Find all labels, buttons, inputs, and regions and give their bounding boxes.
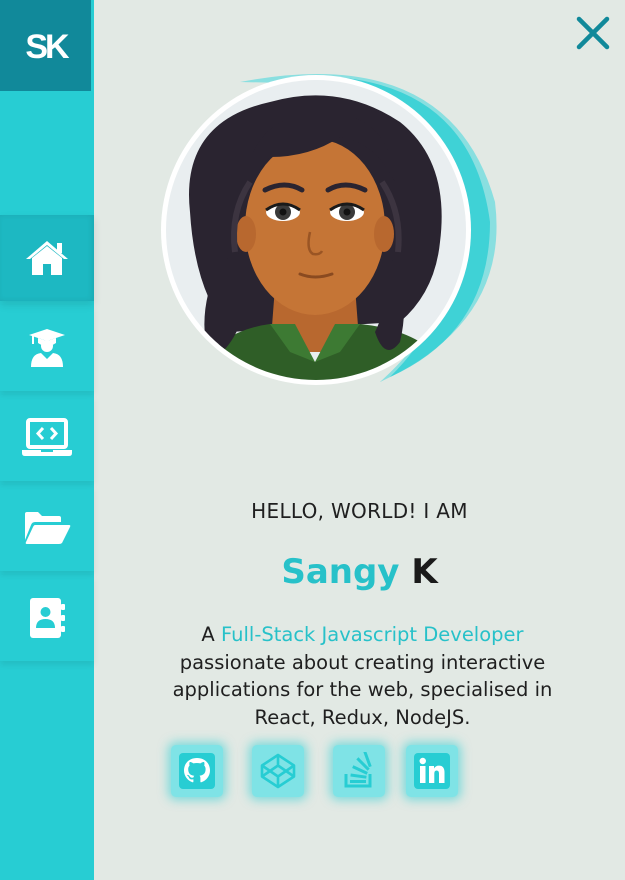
stackoverflow-button[interactable] bbox=[333, 745, 385, 797]
logo[interactable]: SK bbox=[0, 0, 91, 91]
bio-line-4: React, Redux, NodeJS. bbox=[254, 705, 471, 729]
codepen-icon bbox=[260, 753, 296, 789]
bio-paragraph: A Full-Stack Javascript Developer passio… bbox=[100, 621, 625, 731]
sidebar: SK bbox=[0, 0, 94, 880]
codepen-button[interactable] bbox=[252, 745, 304, 797]
github-button[interactable] bbox=[171, 745, 223, 797]
laptop-code-icon bbox=[22, 418, 72, 456]
greeting-text: HELLO, WORLD! I AM bbox=[251, 499, 468, 523]
first-name: Sangy bbox=[281, 552, 400, 592]
last-name: K bbox=[411, 552, 438, 592]
role-text: Full-Stack Javascript Developer bbox=[220, 623, 524, 646]
folder-open-icon bbox=[25, 512, 71, 544]
close-button[interactable] bbox=[575, 15, 611, 51]
nav-projects[interactable] bbox=[0, 395, 94, 481]
nav-education[interactable] bbox=[0, 305, 94, 391]
github-icon bbox=[179, 753, 215, 789]
linkedin-icon bbox=[414, 753, 450, 789]
nav-contact[interactable] bbox=[0, 575, 94, 661]
logo-mark: SK bbox=[25, 29, 73, 63]
hero-name: Sangy K bbox=[94, 552, 625, 592]
address-book-icon bbox=[30, 598, 65, 638]
avatar bbox=[150, 62, 520, 392]
stackoverflow-icon bbox=[344, 752, 372, 788]
linkedin-button[interactable] bbox=[406, 745, 458, 797]
nav-portfolio[interactable] bbox=[0, 485, 94, 571]
logo-text: SK bbox=[25, 29, 70, 63]
avatar-illustration bbox=[161, 74, 497, 385]
home-icon bbox=[26, 241, 68, 275]
bio-line-2: passionate about creating interactive bbox=[179, 650, 546, 674]
graduate-icon bbox=[29, 329, 65, 367]
bio-prefix: A bbox=[201, 623, 215, 646]
close-icon bbox=[576, 16, 610, 50]
nav-home[interactable] bbox=[0, 215, 94, 301]
bio-line-3: applications for the web, specialised in bbox=[172, 678, 553, 701]
